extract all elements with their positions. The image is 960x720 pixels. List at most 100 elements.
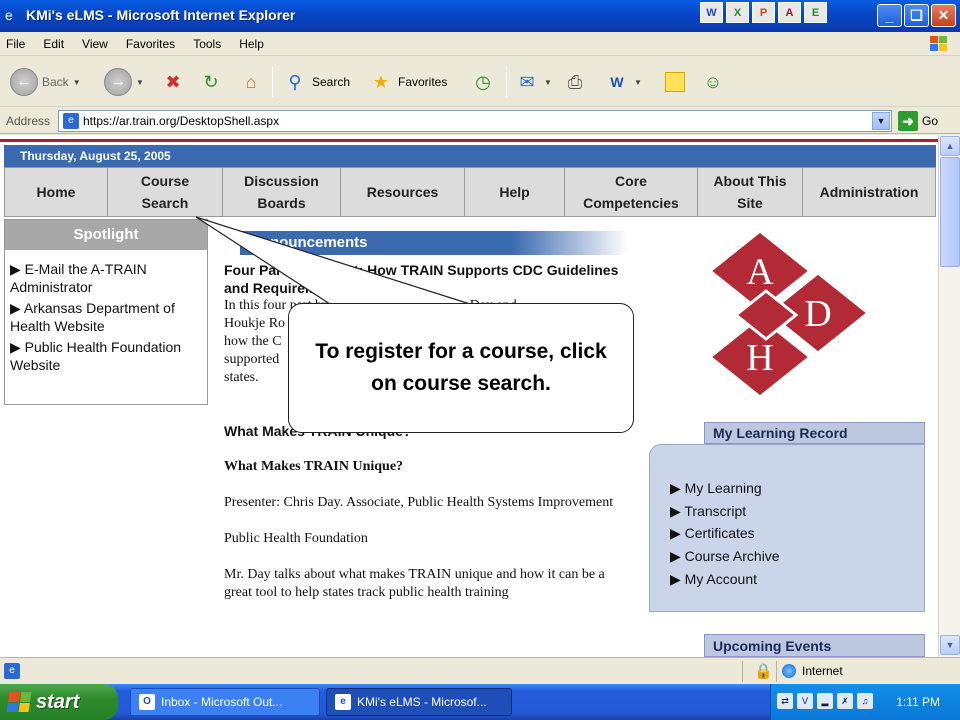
favorites-button[interactable]: ★ Favorites	[368, 66, 447, 98]
go-arrow-icon: ➜	[898, 111, 918, 131]
spotlight-title: Spotlight	[5, 220, 207, 250]
organization-text: Public Health Foundation	[224, 531, 368, 546]
nav-course-search[interactable]: Course Search	[108, 168, 223, 216]
forward-dropdown-icon[interactable]: ▼	[136, 78, 144, 87]
edit-word-icon: W	[610, 74, 624, 90]
forward-button[interactable]: → ▼	[104, 66, 144, 98]
word-icon[interactable]: W	[700, 2, 723, 23]
spotlight-link-phf[interactable]: ▶ Public Health Foundation Website	[10, 338, 203, 374]
standard-toolbar: ← Back ▼ → ▼ ✖ ↻ ⌂ ⚲ Search ★ Favorites …	[0, 57, 960, 107]
go-label: Go	[922, 114, 939, 128]
home-button[interactable]: ⌂	[238, 66, 264, 98]
refresh-button[interactable]: ↻	[198, 66, 224, 98]
link-certificates[interactable]: ▶ Certificates	[670, 522, 780, 545]
nav-home[interactable]: Home	[5, 168, 108, 216]
status-divider	[742, 661, 743, 682]
lock-icon: 🔒	[754, 663, 773, 680]
edit-dropdown-icon[interactable]: ▼	[634, 78, 642, 87]
bold-heading: What Makes TRAIN Unique?	[224, 459, 404, 474]
address-dropdown-icon[interactable]: ▼	[872, 112, 890, 130]
spotlight-link-adh[interactable]: ▶ Arkansas Department of Health Website	[10, 299, 203, 335]
status-bar: e 🔒 Internet	[0, 657, 960, 684]
scroll-thumb[interactable]	[940, 157, 960, 267]
header-accent-line	[0, 139, 938, 142]
no-connection-icon[interactable]: ✗	[837, 693, 853, 709]
nav-resources[interactable]: Resources	[341, 168, 465, 216]
restore-button[interactable]: ❏	[904, 4, 929, 27]
window-title: KMi's eLMS - Microsoft Internet Explorer	[26, 7, 296, 23]
logo-letter-d: D	[804, 293, 831, 335]
menu-favorites[interactable]: Favorites	[126, 37, 175, 51]
print-button[interactable]: ⎙	[562, 66, 588, 98]
upcoming-events-title: Upcoming Events	[704, 634, 925, 657]
favorites-label: Favorites	[398, 75, 448, 89]
menu-tools[interactable]: Tools	[193, 37, 221, 51]
outlook-icon: O	[139, 694, 155, 710]
address-label: Address	[6, 114, 51, 128]
mail-dropdown-icon[interactable]: ▼	[544, 78, 552, 87]
clock: 1:11 PM	[896, 695, 940, 709]
close-button[interactable]: ✕	[931, 4, 956, 27]
menu-file[interactable]: File	[6, 37, 25, 51]
menu-help[interactable]: Help	[239, 37, 264, 51]
home-icon: ⌂	[245, 71, 257, 92]
ie-task-icon: e	[335, 694, 351, 710]
publisher-icon[interactable]: E	[804, 2, 827, 23]
address-url[interactable]: https://ar.train.org/DesktopShell.aspx	[83, 114, 279, 128]
discuss-button[interactable]	[662, 66, 688, 98]
nav-about-this-site[interactable]: About This Site	[698, 168, 803, 216]
logo-letter-a: A	[746, 251, 774, 293]
task-ie-label: KMi's eLMS - Microsof...	[357, 695, 487, 709]
link-course-archive[interactable]: ▶ Course Archive	[670, 545, 780, 568]
description-text: Mr. Day talks about what makes TRAIN uni…	[224, 567, 605, 600]
task-ie[interactable]: e KMi's eLMS - Microsof...	[326, 688, 512, 716]
spotlight-list: ▶ E-Mail the A-TRAIN Administrator ▶ Ark…	[5, 250, 207, 374]
system-tray: ⇄ V ▂ ✗ ♫ 1:11 PM	[770, 684, 960, 720]
presenter-text: Presenter: Chris Day. Associate, Public …	[224, 495, 614, 510]
start-button[interactable]: start	[0, 684, 118, 720]
volume-icon[interactable]: ♫	[857, 693, 873, 709]
spotlight-link-email[interactable]: ▶ E-Mail the A-TRAIN Administrator	[10, 260, 203, 296]
edit-button[interactable]: W ▼	[604, 66, 642, 98]
learning-record-title: My Learning Record	[704, 422, 925, 444]
forward-arrow-icon: →	[104, 68, 132, 96]
messenger-button[interactable]: ☺	[700, 66, 726, 98]
powerpoint-icon[interactable]: P	[752, 2, 775, 23]
taskbar: start O Inbox - Microsoft Out... e KMi's…	[0, 684, 960, 720]
minimize-button[interactable]: _	[877, 4, 902, 27]
scroll-up-arrow-icon[interactable]: ▲	[940, 136, 960, 156]
back-dropdown-icon[interactable]: ▼	[73, 78, 81, 87]
nav-discussion-boards[interactable]: Discussion Boards	[223, 168, 341, 216]
scroll-down-arrow-icon[interactable]: ▼	[940, 635, 960, 655]
window-controls: _ ❏ ✕	[877, 4, 956, 27]
menu-edit[interactable]: Edit	[43, 37, 64, 51]
access-icon[interactable]: A	[778, 2, 801, 23]
signal-icon[interactable]: ▂	[817, 693, 833, 709]
search-button[interactable]: ⚲ Search	[282, 66, 350, 98]
network-icon[interactable]: ⇄	[777, 693, 793, 709]
task-outlook[interactable]: O Inbox - Microsoft Out...	[130, 688, 320, 716]
menu-view[interactable]: View	[82, 37, 108, 51]
stop-button[interactable]: ✖	[160, 66, 186, 98]
nav-administration[interactable]: Administration	[803, 168, 935, 216]
history-button[interactable]: ◷	[470, 66, 496, 98]
go-button[interactable]: ➜ Go	[898, 111, 938, 131]
address-input[interactable]: e https://ar.train.org/DesktopShell.aspx…	[58, 110, 892, 132]
mail-button[interactable]: ✉ ▼	[514, 66, 552, 98]
back-arrow-icon: ←	[10, 68, 38, 96]
announcement-headline[interactable]: Four Part Broadcast: How TRAIN Supports …	[224, 261, 624, 297]
start-label: start	[36, 690, 80, 713]
excel-icon[interactable]: X	[726, 2, 749, 23]
back-button[interactable]: ← Back ▼	[10, 66, 81, 98]
nav-help[interactable]: Help	[465, 168, 565, 216]
nav-core-competencies[interactable]: Core Competencies	[565, 168, 698, 216]
tray-icons: ⇄ V ▂ ✗ ♫	[777, 693, 873, 709]
print-icon: ⎙	[567, 71, 583, 92]
link-transcript[interactable]: ▶ Transcript	[670, 500, 780, 523]
messenger-icon: ☺	[703, 71, 723, 92]
link-my-learning[interactable]: ▶ My Learning	[670, 477, 780, 500]
address-bar: Address e https://ar.train.org/DesktopSh…	[0, 108, 960, 134]
link-my-account[interactable]: ▶ My Account	[670, 568, 780, 591]
vertical-scrollbar[interactable]: ▲ ▼	[938, 135, 960, 657]
ve-icon[interactable]: V	[797, 693, 813, 709]
